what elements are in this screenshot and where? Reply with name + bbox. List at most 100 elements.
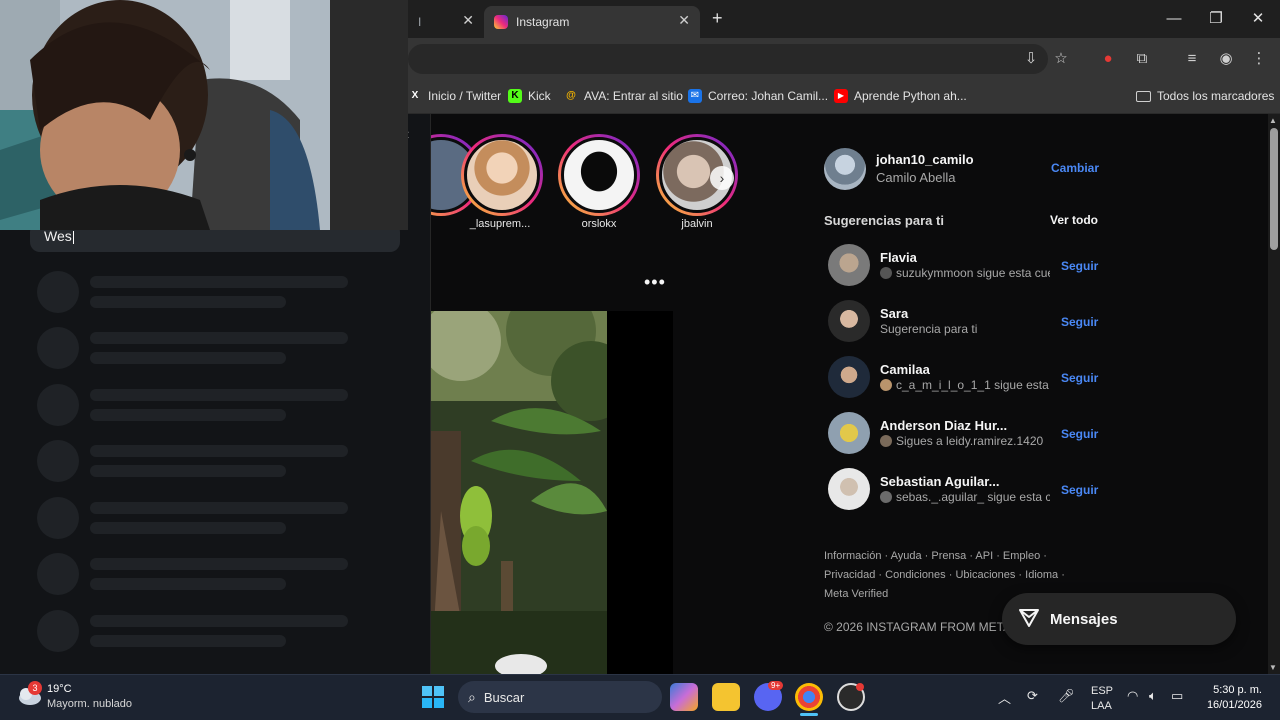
- webcam-overlay: [0, 0, 408, 230]
- post-options-icon[interactable]: •••: [644, 272, 666, 293]
- skeleton-avatar: [37, 384, 79, 426]
- messenger-icon: [1018, 606, 1040, 632]
- suggestion-avatar[interactable]: [828, 468, 870, 510]
- browser-menu-icon[interactable]: ⋮: [1248, 48, 1270, 70]
- follow-button[interactable]: Seguir: [1061, 315, 1098, 329]
- minimize-button[interactable]: —: [1154, 6, 1194, 32]
- scrollbar-thumb[interactable]: [1270, 128, 1278, 250]
- extensions-puzzle-icon[interactable]: ⧉: [1131, 48, 1153, 70]
- bookmark-twitter[interactable]: X Inicio / Twitter: [408, 86, 501, 106]
- file-explorer-icon[interactable]: [712, 683, 740, 711]
- follow-button[interactable]: Seguir: [1061, 371, 1098, 385]
- address-bar[interactable]: [408, 44, 1048, 74]
- messages-button[interactable]: Mensajes: [1002, 593, 1236, 645]
- story-username: orslokx: [581, 218, 617, 230]
- suggestion-avatar[interactable]: [828, 356, 870, 398]
- suggestion-subtitle-text: sebas._.aguilar_ sigue esta cuer: [896, 490, 1050, 504]
- suggestion-subtitle-text: suzukymmoon sigue esta cuen: [896, 266, 1050, 280]
- bookmark-ava[interactable]: @ AVA: Entrar al sitio: [564, 86, 683, 106]
- search-query-text[interactable]: Wes: [44, 228, 72, 244]
- keyboard-layout[interactable]: LAA: [1091, 700, 1112, 712]
- windows-start-icon[interactable]: [419, 683, 447, 711]
- skeleton-avatar: [37, 271, 79, 313]
- skeleton-line: [90, 615, 348, 627]
- media-controls-icon[interactable]: ≡: [1181, 48, 1203, 70]
- maximize-button[interactable]: ❐: [1196, 6, 1236, 32]
- bookmark-kick[interactable]: K Kick: [508, 86, 551, 106]
- suggestion-avatar[interactable]: [828, 300, 870, 342]
- profile-username[interactable]: johan10_camilo: [876, 152, 974, 167]
- skeleton-avatar: [37, 497, 79, 539]
- footer-links-line1[interactable]: Información · Ayuda · Prensa · API · Emp…: [824, 550, 1047, 562]
- bookmark-label: Inicio / Twitter: [428, 89, 502, 103]
- suggestion-name[interactable]: Camilaa: [880, 362, 930, 377]
- clock-date[interactable]: 16/01/2026: [1206, 699, 1262, 711]
- footer-links-line2[interactable]: Privacidad · Condiciones · Ubicaciones ·…: [824, 569, 1065, 581]
- bookmark-python[interactable]: ▶ Aprende Python ah...: [834, 86, 967, 106]
- suggestion-subtitle-text: Sigues a leidy.ramirez.1420: [896, 434, 1044, 448]
- close-tab-icon[interactable]: ✕: [678, 12, 690, 29]
- all-bookmarks-label: Todos los marcadores: [1157, 89, 1275, 103]
- language-indicator[interactable]: ESP: [1091, 685, 1113, 697]
- bookmark-star-icon[interactable]: ☆: [1050, 48, 1072, 70]
- close-window-button[interactable]: ✕: [1238, 6, 1278, 32]
- chrome-icon[interactable]: [795, 683, 823, 711]
- suggestion-avatar[interactable]: [828, 412, 870, 454]
- notification-dot: [856, 683, 864, 691]
- taskbar-search-placeholder: Buscar: [483, 689, 525, 705]
- follow-button[interactable]: Seguir: [1061, 259, 1098, 273]
- profile-avatar-icon[interactable]: ◉: [1215, 48, 1237, 70]
- skeleton-line: [90, 409, 286, 421]
- weather-description[interactable]: Mayorm. nublado: [47, 698, 132, 710]
- bookmark-correo[interactable]: ✉ Correo: Johan Camil...: [688, 86, 828, 106]
- scroll-up-arrow-icon[interactable]: ▲: [1269, 116, 1277, 125]
- battery-icon[interactable]: ▭: [1171, 688, 1183, 704]
- tab-instagram[interactable]: Instagram ✕: [484, 6, 700, 38]
- footer-meta-verified[interactable]: Meta Verified: [824, 588, 888, 600]
- chevron-up-icon[interactable]: ︿: [998, 688, 1011, 707]
- all-bookmarks-folder[interactable]: Todos los marcadores: [1136, 86, 1274, 106]
- skeleton-line: [90, 276, 348, 288]
- suggestion-name[interactable]: Sara: [880, 306, 908, 321]
- clock-time[interactable]: 5:30 p. m.: [1206, 684, 1262, 696]
- webcam-feed: [0, 0, 408, 230]
- tab-previous[interactable]: I ✕: [408, 6, 484, 38]
- copilot-icon[interactable]: [670, 683, 698, 711]
- switch-account-button[interactable]: Cambiar: [1051, 161, 1099, 175]
- follow-button[interactable]: Seguir: [1061, 427, 1098, 441]
- skeleton-avatar: [37, 610, 79, 652]
- profile-full-name: Camilo Abella: [876, 170, 956, 185]
- close-tab-icon[interactable]: ✕: [462, 12, 474, 29]
- install-app-icon[interactable]: ⇩: [1020, 48, 1042, 70]
- new-tab-button[interactable]: +: [712, 8, 723, 29]
- follow-button[interactable]: Seguir: [1061, 483, 1098, 497]
- suggestion-name[interactable]: Anderson Diaz Hur...: [880, 418, 1007, 433]
- suggestion-subtitle: Sigues a leidy.ramirez.1420: [880, 434, 1050, 448]
- microphone-icon[interactable]: 🎤︎: [1058, 688, 1075, 704]
- volume-icon[interactable]: 🔈︎: [1149, 688, 1157, 704]
- wifi-icon[interactable]: ◠: [1127, 688, 1138, 704]
- taskbar-search-box[interactable]: ⌕ Buscar: [458, 681, 662, 713]
- bookmark-label: Aprende Python ah...: [854, 89, 967, 103]
- stories-next-button[interactable]: ›: [710, 166, 734, 190]
- weather-temp[interactable]: 19°C: [47, 683, 72, 695]
- profile-avatar[interactable]: [824, 148, 866, 190]
- skeleton-line: [90, 578, 286, 590]
- suggestion-name[interactable]: Flavia: [880, 250, 917, 265]
- suggestion-name[interactable]: Sebastian Aguilar...: [880, 474, 999, 489]
- story-avatar[interactable]: [558, 134, 640, 216]
- extension-shield-icon[interactable]: ●: [1097, 48, 1119, 70]
- text-cursor: [73, 231, 74, 244]
- post-image[interactable]: [431, 311, 607, 674]
- scroll-down-arrow-icon[interactable]: ▼: [1269, 663, 1277, 672]
- see-all-button[interactable]: Ver todo: [1050, 213, 1098, 227]
- bookmark-label: Correo: Johan Camil...: [708, 89, 829, 103]
- sync-icon[interactable]: ⟳: [1027, 688, 1038, 704]
- weather-badge: 3: [28, 681, 42, 695]
- mutual-avatar-icon: [880, 267, 892, 279]
- story-avatar[interactable]: [461, 134, 543, 216]
- bookmark-label: AVA: Entrar al sitio: [584, 89, 683, 103]
- kick-logo-icon: K: [508, 89, 522, 103]
- tab-previous-label: I: [418, 15, 422, 29]
- suggestion-avatar[interactable]: [828, 244, 870, 286]
